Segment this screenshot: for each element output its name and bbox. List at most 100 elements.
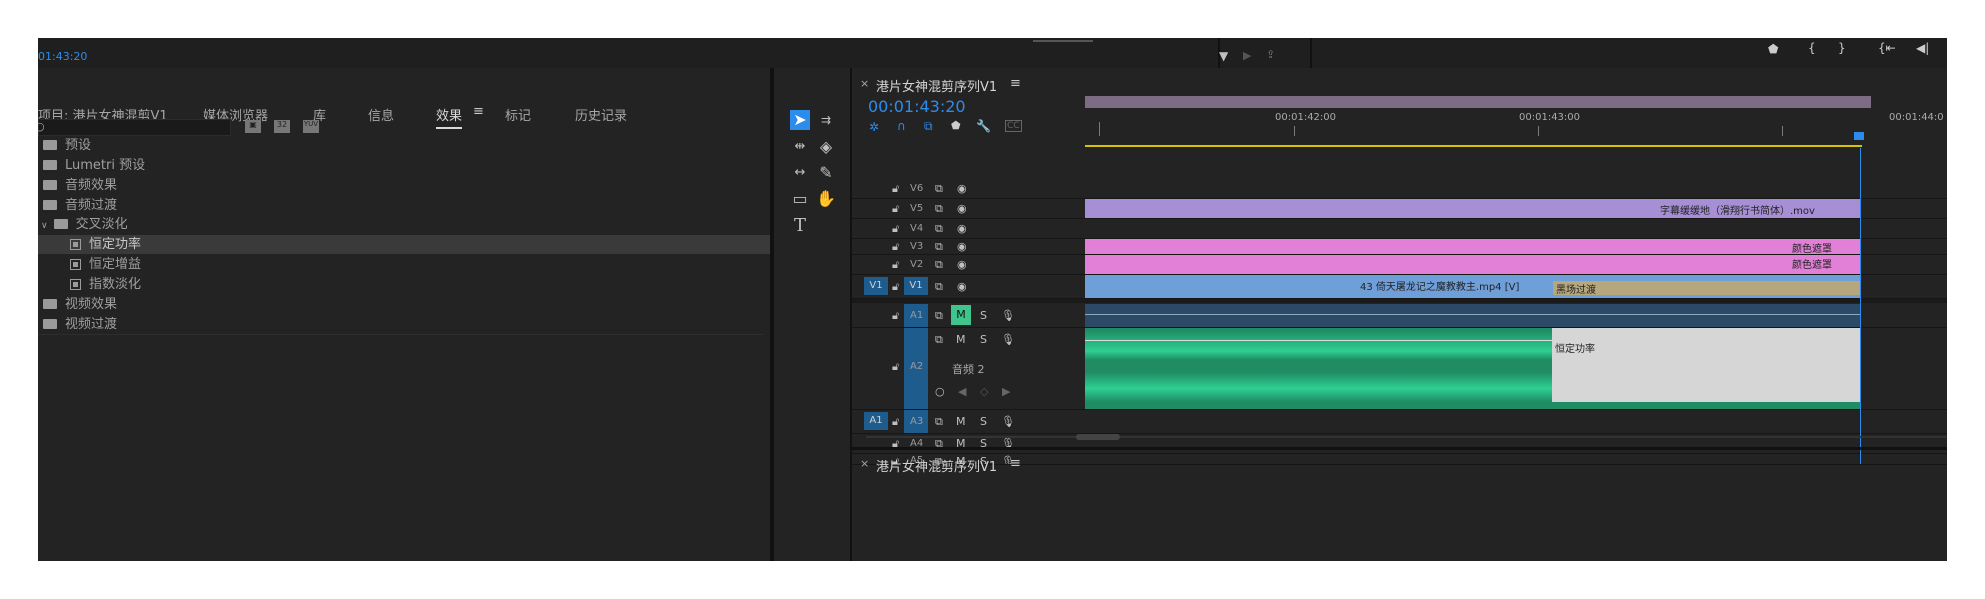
track-label[interactable]: V6 <box>910 183 923 194</box>
insert-icon[interactable]: ▶ <box>1243 49 1251 62</box>
export-icon[interactable]: ⇪ <box>1266 48 1275 61</box>
tree-item-video-transitions[interactable]: 视频过渡 <box>38 315 768 334</box>
playhead-timecode[interactable]: 00:01:43:20 <box>868 97 966 116</box>
tree-item-audio-effects[interactable]: 音频效果 <box>38 176 768 195</box>
tree-item-crossfade[interactable]: ∨ 交叉淡化 <box>38 215 766 234</box>
type-tool-icon[interactable]: T <box>790 216 810 236</box>
settings-wrench-icon[interactable]: 🔧 <box>976 119 991 133</box>
sync-lock-icon[interactable]: ⧉ <box>935 182 943 196</box>
track-name[interactable]: 音频 2 <box>952 361 985 377</box>
accelerated-effects-button[interactable]: ▣ <box>245 120 261 133</box>
sync-lock-icon[interactable]: ⧉ <box>935 222 943 236</box>
mark-out-icon[interactable]: } <box>1838 41 1846 55</box>
track-label[interactable]: A2 <box>910 361 923 372</box>
tree-item-constant-gain[interactable]: 恒定增益 <box>38 255 795 274</box>
horizontal-scrollbar-thumb[interactable] <box>1076 434 1120 440</box>
track-label[interactable]: A3 <box>910 416 923 427</box>
time-ruler[interactable]: 00:01:42:00 00:01:43:00 00:01:44:0 <box>1085 86 1947 148</box>
marker-icon[interactable]: ⬟ <box>1768 42 1778 56</box>
prev-keyframe-icon[interactable]: ◀ <box>958 385 966 398</box>
horizontal-scrollbar-track[interactable] <box>866 436 1947 438</box>
video-transition[interactable]: 黑场过渡 <box>1553 281 1860 296</box>
zoom-bar[interactable] <box>1033 40 1093 42</box>
nest-icon[interactable]: ✲ <box>869 120 879 134</box>
razor-tool-icon[interactable]: ◈ <box>816 137 836 157</box>
snap-icon[interactable]: ∩ <box>897 119 906 133</box>
source-timecode[interactable]: 01:43:20 <box>38 50 87 63</box>
clip-audio-a2[interactable]: 恒定功率 <box>1085 328 1860 409</box>
close-icon[interactable]: × <box>860 457 869 470</box>
mute-button[interactable]: M <box>951 305 971 325</box>
keyframe-toggle-icon[interactable]: ○ <box>935 385 945 398</box>
clip-color-matte[interactable]: 颜色遮罩 <box>1085 239 1860 255</box>
selection-tool-icon[interactable]: ➤ <box>790 110 810 130</box>
yuv-effects-button[interactable]: YUV <box>303 120 319 133</box>
solo-button[interactable]: S <box>980 333 987 346</box>
track-label[interactable]: V4 <box>910 223 923 234</box>
solo-button[interactable]: S <box>980 309 987 322</box>
add-marker-icon[interactable]: ⬟ <box>951 119 961 132</box>
lock-icon[interactable]: 🔓︎ <box>892 202 899 216</box>
hand-tool-icon[interactable]: ✋ <box>816 189 836 209</box>
tab-effects[interactable]: 效果 <box>436 105 463 129</box>
sync-lock-icon[interactable]: ⧉ <box>935 280 943 294</box>
clip-color-matte[interactable]: 颜色遮罩 <box>1085 255 1860 274</box>
track-label[interactable]: V1 <box>904 277 928 295</box>
source-patch-a1[interactable]: A1 <box>864 412 888 430</box>
go-to-in-icon[interactable]: {⇤ <box>1878 41 1896 55</box>
tab-markers[interactable]: 标记 <box>505 105 531 124</box>
eye-icon[interactable]: ◉ <box>957 182 967 195</box>
ripple-edit-tool-icon[interactable]: ⇹ <box>790 137 810 157</box>
rectangle-tool-icon[interactable]: ▭ <box>790 189 810 209</box>
track-label[interactable]: V3 <box>910 241 923 252</box>
clip-subtitle-mov[interactable]: 字幕缓缓地（滑翔行书简体）.mov <box>1085 199 1860 218</box>
playhead-line[interactable] <box>1860 148 1861 464</box>
eye-icon[interactable]: ◉ <box>957 258 967 271</box>
clip-audio-a1[interactable] <box>1085 304 1860 327</box>
close-icon[interactable]: × <box>860 77 869 90</box>
tree-item-audio-transitions[interactable]: 音频过渡 <box>38 196 768 215</box>
panel-menu-icon[interactable]: ≡ <box>1010 76 1021 91</box>
sync-lock-icon[interactable]: ⧉ <box>935 415 943 429</box>
lock-icon[interactable]: 🔓︎ <box>892 280 899 294</box>
effects-search-input[interactable]: ○ <box>38 119 231 136</box>
sync-lock-icon[interactable]: ⧉ <box>935 258 943 272</box>
sync-lock-icon[interactable]: ⧉ <box>935 309 943 323</box>
lock-icon[interactable]: 🔓︎ <box>892 309 899 323</box>
eye-icon[interactable]: ◉ <box>957 280 967 293</box>
work-area-bar[interactable] <box>1085 96 1871 108</box>
sync-lock-icon[interactable]: ⧉ <box>935 202 943 216</box>
32bit-effects-button[interactable]: 32 <box>274 120 290 133</box>
audio-transition[interactable]: 恒定功率 <box>1552 328 1860 402</box>
video-audio-divider[interactable] <box>852 299 1947 303</box>
voice-over-mic-icon[interactable]: 🎙︎ <box>1001 333 1015 346</box>
sync-lock-icon[interactable]: ⧉ <box>935 333 943 347</box>
tree-item-presets[interactable]: 预设 <box>38 136 768 155</box>
eye-icon[interactable]: ◉ <box>957 240 967 253</box>
playhead-handle[interactable] <box>1854 132 1864 140</box>
tree-item-constant-power[interactable]: 恒定功率 <box>38 235 795 254</box>
solo-button[interactable]: S <box>980 415 987 428</box>
tree-item-video-effects[interactable]: 视频效果 <box>38 295 768 314</box>
panel-menu-icon[interactable]: ≡ <box>1010 456 1021 471</box>
lock-icon[interactable]: 🔓︎ <box>892 360 899 374</box>
lock-icon[interactable]: 🔓︎ <box>892 240 899 254</box>
lock-icon[interactable]: 🔓︎ <box>892 258 899 272</box>
voice-over-mic-icon[interactable]: 🎙︎ <box>1001 309 1015 322</box>
slip-tool-icon[interactable]: ↔ <box>790 163 810 183</box>
tree-item-lumetri-presets[interactable]: Lumetri 预设 <box>38 156 768 175</box>
mute-button[interactable]: M <box>956 415 966 428</box>
pen-tool-icon[interactable]: ✎ <box>816 163 836 183</box>
eye-icon[interactable]: ◉ <box>957 202 967 215</box>
track-label[interactable]: V2 <box>910 259 923 270</box>
sequence-tab[interactable]: 港片女神混剪序列V1 <box>876 76 997 95</box>
next-keyframe-icon[interactable]: ▶ <box>1002 385 1010 398</box>
lock-icon[interactable]: 🔓︎ <box>892 222 899 236</box>
chevron-down-icon[interactable]: ∨ <box>41 221 48 231</box>
lock-icon[interactable]: 🔓︎ <box>892 415 899 429</box>
lock-icon[interactable]: 🔓︎ <box>892 182 899 196</box>
tab-info[interactable]: 信息 <box>368 105 394 124</box>
mute-button[interactable]: M <box>956 333 966 346</box>
panel-menu-icon[interactable]: ≡ <box>473 104 484 119</box>
track-label[interactable]: A1 <box>910 310 923 321</box>
